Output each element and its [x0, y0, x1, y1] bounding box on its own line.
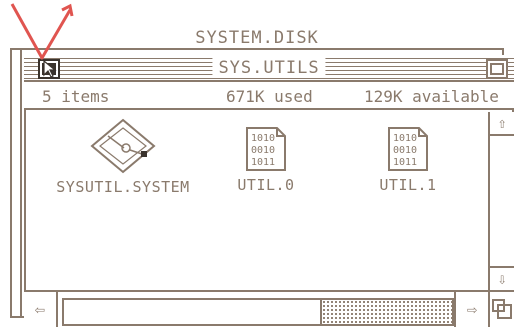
- window-content: SYSUTIL.SYSTEM 1010 0010 1011 UTIL.0 101…: [26, 112, 488, 290]
- window-title-bar[interactable]: SYS.UTILS: [24, 55, 514, 82]
- vertical-scrollbar[interactable]: ⇧ ⇩: [488, 112, 514, 290]
- system-diamond-icon: [90, 118, 156, 174]
- file-icon-sysutil-system[interactable]: SYSUTIL.SYSTEM: [48, 118, 198, 196]
- outer-window-title-bar[interactable]: SYSTEM.DISK: [10, 26, 504, 50]
- item-count: 5 items: [42, 87, 110, 106]
- scroll-track[interactable]: [320, 298, 454, 326]
- disk-available: 129K available: [364, 87, 499, 106]
- outer-window-title: SYSTEM.DISK: [189, 28, 325, 48]
- mouse-cursor-icon: [43, 60, 57, 78]
- down-arrow-icon: ⇩: [497, 270, 507, 288]
- binary-file-icon: 1010 0010 1011: [246, 127, 286, 171]
- icon-label: SYSUTIL.SYSTEM: [56, 178, 190, 196]
- horizontal-scrollbar[interactable]: ⇦ ⇨: [24, 290, 488, 327]
- binary-file-icon: 1010 0010 1011: [388, 127, 428, 171]
- left-arrow-icon: ⇦: [34, 299, 46, 320]
- svg-text:1011: 1011: [251, 157, 275, 168]
- right-arrow-icon: ⇨: [466, 299, 478, 320]
- icon-label: UTIL.1: [379, 176, 437, 194]
- zoom-box-button[interactable]: [486, 59, 508, 79]
- outer-window-left-edge: [10, 50, 22, 318]
- svg-text:0010: 0010: [251, 145, 275, 156]
- scroll-up-button[interactable]: ⇧: [490, 112, 514, 136]
- resize-icon: [492, 299, 512, 319]
- zoom-icon: [490, 63, 504, 75]
- size-box-button[interactable]: [488, 290, 514, 327]
- file-icon-util-0[interactable]: 1010 0010 1011 UTIL.0: [226, 126, 306, 194]
- file-icon-util-1[interactable]: 1010 0010 1011 UTIL.1: [368, 126, 448, 194]
- svg-text:1010: 1010: [251, 133, 275, 144]
- up-arrow-icon: ⇧: [497, 114, 507, 132]
- scroll-left-button[interactable]: ⇦: [24, 292, 58, 327]
- window-info-bar: 5 items 671K used 129K available: [24, 82, 514, 110]
- scroll-thumb[interactable]: [62, 298, 324, 326]
- svg-text:1010: 1010: [393, 133, 417, 144]
- disk-used: 671K used: [226, 87, 313, 106]
- svg-text:0010: 0010: [393, 145, 417, 156]
- scroll-right-button[interactable]: ⇨: [454, 292, 488, 327]
- window-title: SYS.UTILS: [212, 58, 326, 78]
- scroll-down-button[interactable]: ⇩: [490, 266, 514, 290]
- icon-label: UTIL.0: [237, 176, 295, 194]
- svg-text:1011: 1011: [393, 157, 417, 168]
